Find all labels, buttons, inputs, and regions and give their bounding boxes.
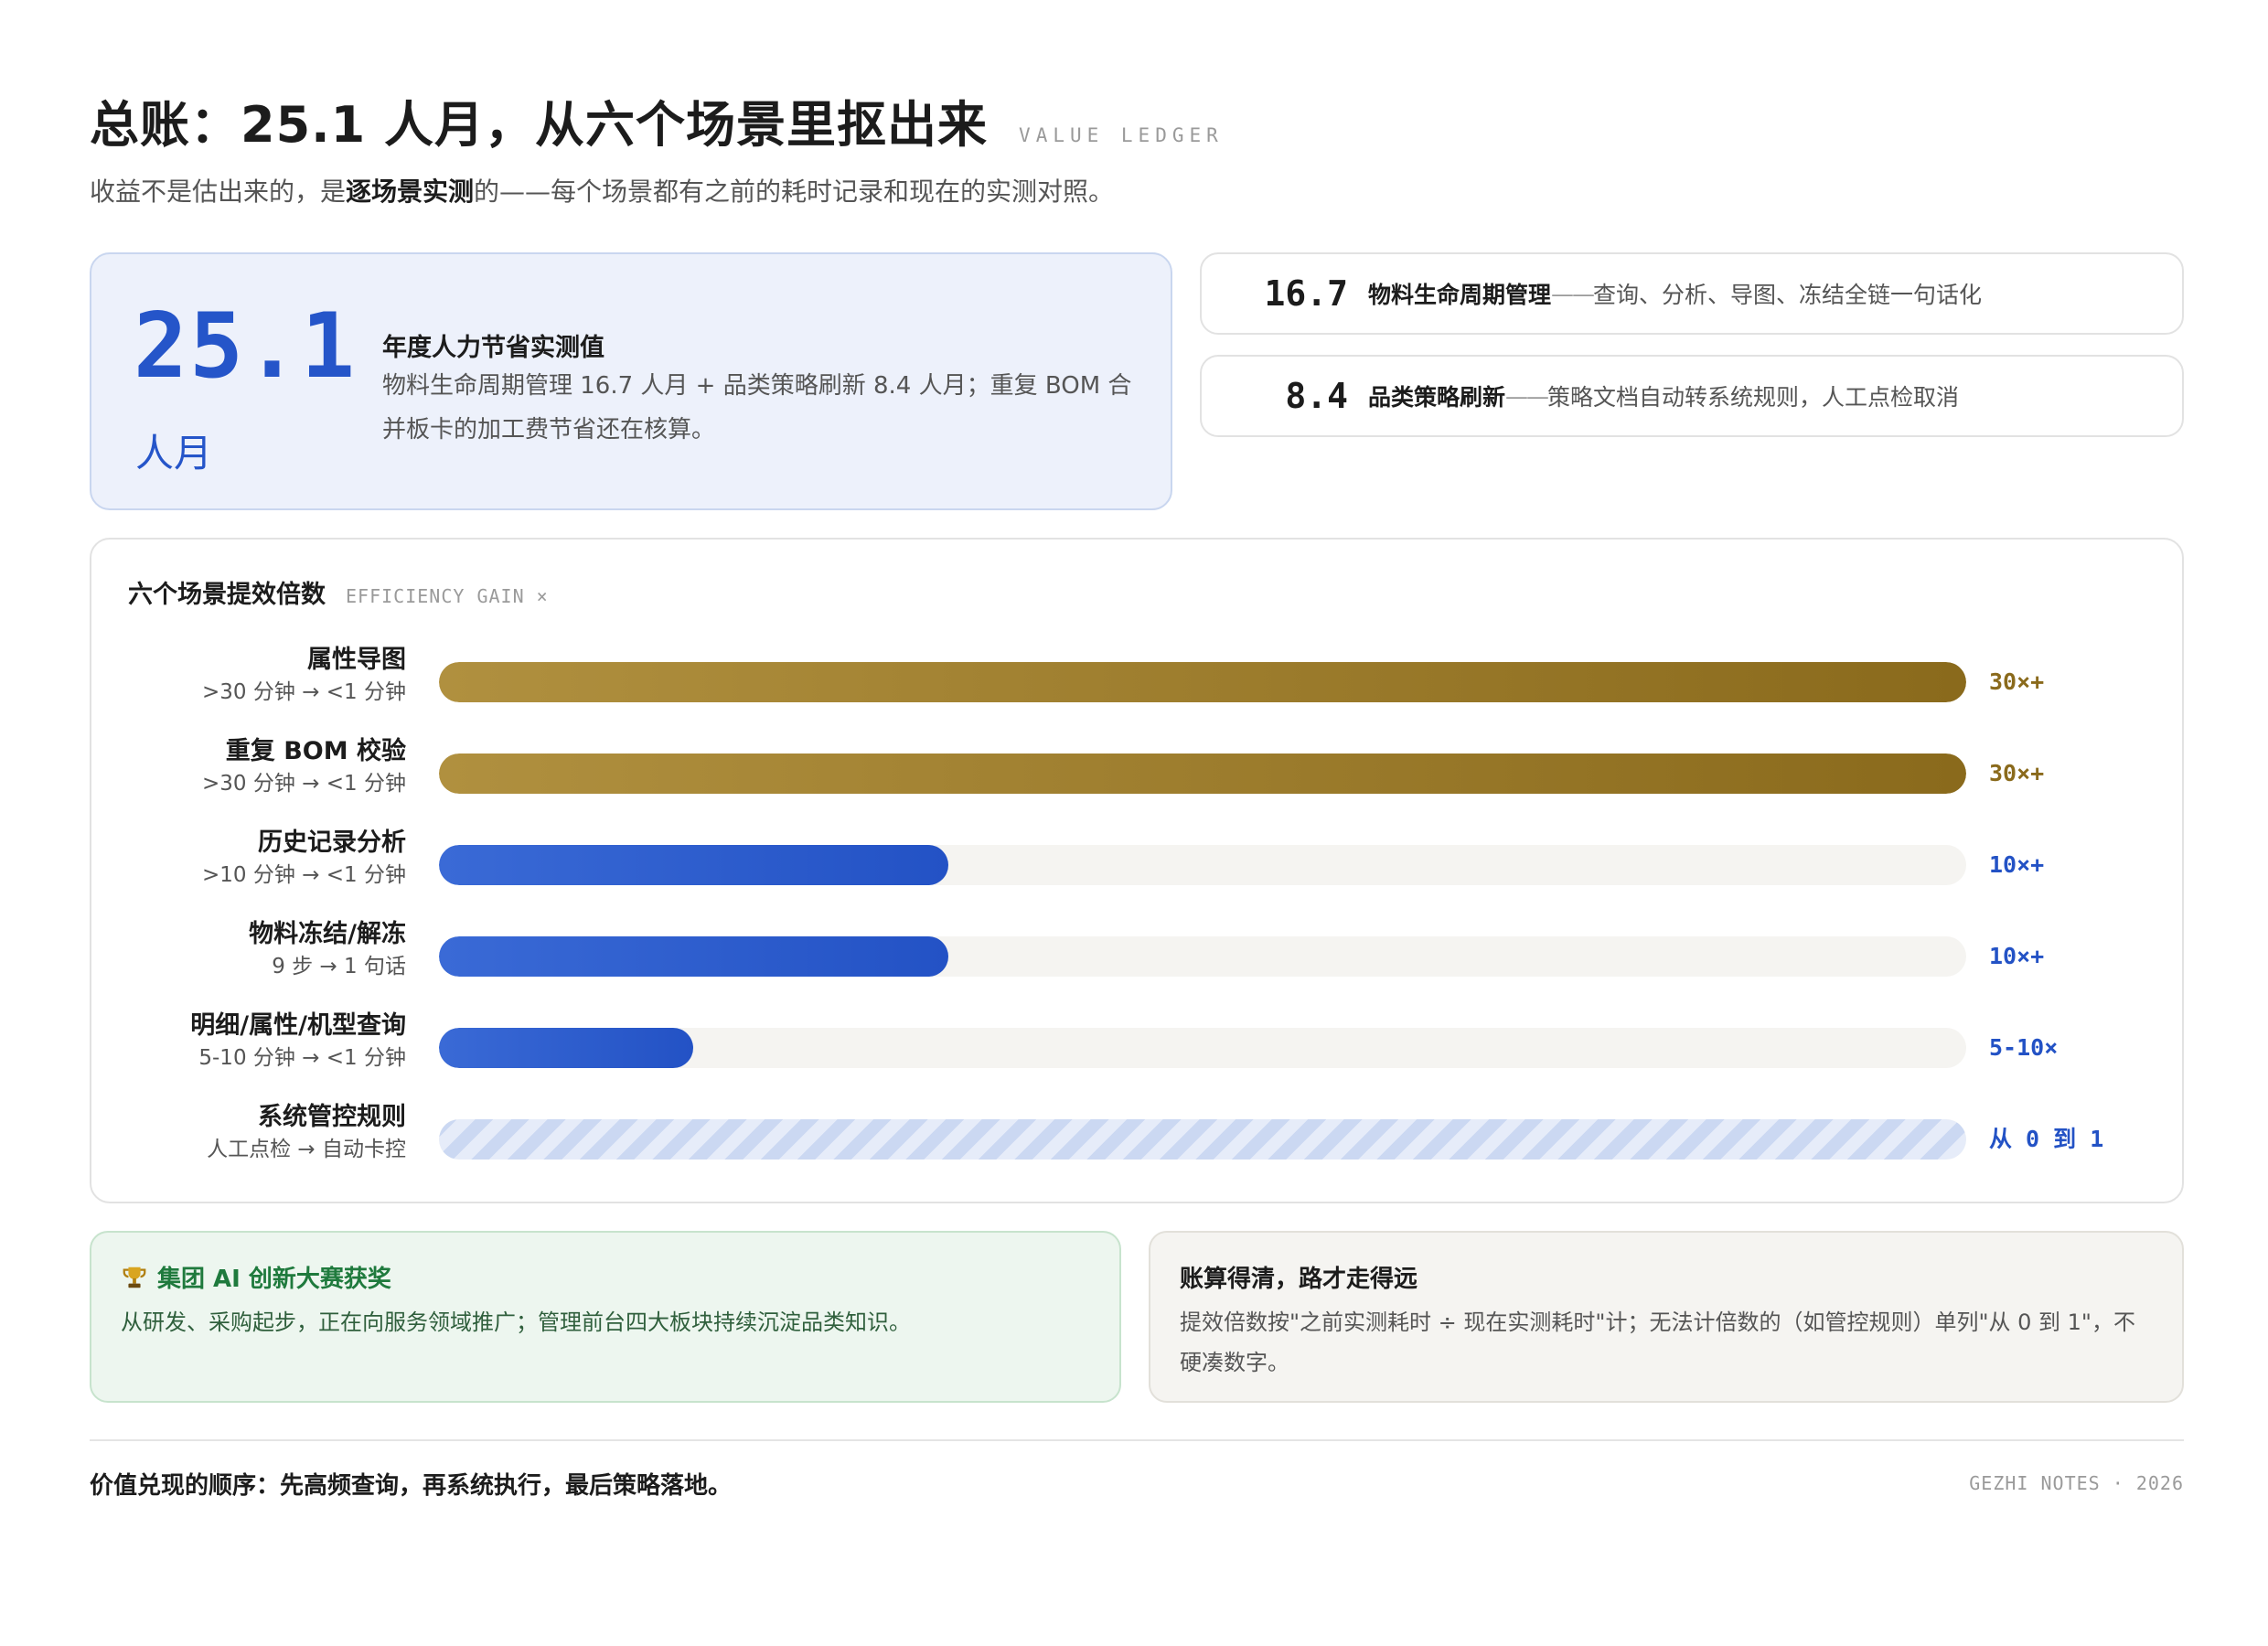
award-title-text: 集团 AI 创新大赛获奖 (157, 1266, 391, 1293)
row-label: 明细/属性/机型查询 5-10 分钟 → <1 分钟 (190, 1010, 406, 1074)
footer-note: 价值兑现的顺序：先高频查询，再系统执行，最后策略落地。 (90, 1472, 733, 1500)
bar-track (439, 1119, 1966, 1160)
row-label: 系统管控规则人工点检 → 自动卡控 (207, 1101, 406, 1165)
category-label: 明细/属性/机型查询 (190, 1011, 406, 1040)
footer-divider (90, 1439, 2184, 1441)
bar-track (439, 1028, 1966, 1068)
stat-value: 8.4 (1285, 376, 1348, 416)
stat-desc: 查询、分析、导图、冻结全链一句话化 (1593, 282, 1983, 308)
row-label: 物料冻结/解冻 9 步 → 1 句话 (249, 918, 406, 982)
category-label: 历史记录分析 (258, 828, 406, 857)
stat-dash: —— (1505, 382, 1549, 410)
efficiency-chart: 六个场景提效倍数 EFFICIENCY GAIN × 属性导图 >30 分钟 → … (90, 538, 2184, 1203)
row-label: 历史记录分析 >10 分钟 → <1 分钟 (202, 827, 406, 891)
method-title: 账算得清，路才走得远 (1180, 1266, 1418, 1293)
chart-row: 属性导图 >30 分钟 → <1 分钟 30×+ (91, 640, 2182, 722)
stat-desc: 策略文档自动转系统规则，人工点检取消 (1547, 384, 1960, 411)
value-label: 从 0 到 1 (1989, 1126, 2104, 1152)
stat-name: 物料生命周期管理 (1368, 282, 1552, 308)
bar (439, 936, 948, 977)
category-subtitle: >30 分钟 → <1 分钟 (202, 772, 406, 796)
category-label: 属性导图 (307, 646, 406, 674)
method-note: 账算得清，路才走得远 提效倍数按"之前实测耗时 ÷ 现在实测耗时"计；无法计倍数… (1149, 1231, 2184, 1403)
chart-row: 系统管控规则人工点检 → 自动卡控 从 0 到 1 (91, 1097, 2182, 1180)
page-subtitle: 收益不是估出来的，是逐场景实测的——每个场景都有之前的耗时记录和现在的实测对照。 (90, 172, 1114, 208)
chart-row: 历史记录分析 >10 分钟 → <1 分钟 10×+ (91, 823, 2182, 905)
value-label: 30×+ (1989, 760, 2045, 786)
subtitle-post: 的——每个场景都有之前的耗时记录和现在的实测对照。 (474, 176, 1115, 207)
subtitle-pre: 收益不是估出来的，是 (90, 176, 347, 207)
title-tag: VALUE LEDGER (1019, 124, 1224, 146)
bar-track (439, 936, 1966, 977)
stat-dash: —— (1551, 280, 1595, 307)
stat-card-lifecycle: 16.7 物料生命周期管理 —— 查询、分析、导图、冻结全链一句话化 (1200, 252, 2184, 335)
summary-desc: 物料生命周期管理 16.7 人月 + 品类策略刷新 8.4 人月；重复 BOM … (382, 372, 1132, 444)
trophy-icon (123, 1267, 146, 1288)
chart-row: 物料冻结/解冻 9 步 → 1 句话 10×+ (91, 914, 2182, 997)
summary-value: 25.1 (134, 294, 358, 399)
award-title: 集团 AI 创新大赛获奖 (121, 1260, 391, 1294)
bar-track (439, 662, 1966, 702)
category-label: 重复 BOM 校验 (225, 737, 406, 765)
bar (439, 1028, 694, 1068)
category-subtitle: 人工点检 → 自动卡控 (207, 1138, 406, 1161)
chart-row: 重复 BOM 校验 >30 分钟 → <1 分钟 30×+ (91, 732, 2182, 814)
bar-track (439, 754, 1966, 794)
bar-track (439, 845, 1966, 885)
bar (439, 754, 1966, 794)
bar (439, 845, 948, 885)
title-row: 总账：25.1 人月，从六个场景里抠出来 VALUE LEDGER (90, 84, 2193, 157)
footer-credit: GEZHI NOTES · 2026 (1969, 1472, 2184, 1494)
method-body: 提效倍数按"之前实测耗时 ÷ 现在实测耗时"计；无法计倍数的（如管控规则）单列"… (1180, 1309, 2135, 1375)
award-note: 集团 AI 创新大赛获奖 从研发、采购起步，正在向服务领域推广；管理前台四大板块… (90, 1231, 1121, 1403)
stat-value: 16.7 (1264, 273, 1348, 314)
row-label: 属性导图 >30 分钟 → <1 分钟 (202, 644, 406, 708)
chart-row: 明细/属性/机型查询 5-10 分钟 → <1 分钟 5-10× (91, 1006, 2182, 1088)
value-label: 10×+ (1989, 943, 2045, 969)
category-subtitle: >30 分钟 → <1 分钟 (202, 680, 406, 704)
page-title: 总账：25.1 人月，从六个场景里抠出来 (90, 96, 989, 154)
category-subtitle: 9 步 → 1 句话 (272, 955, 406, 978)
summary-card: 25.1 人月 年度人力节省实测值 物料生命周期管理 16.7 人月 + 品类策… (90, 252, 1172, 510)
chart-rows: 属性导图 >30 分钟 → <1 分钟 30×+ 重复 BOM 校验 >30 分钟 → … (91, 540, 2182, 1202)
category-subtitle: >10 分钟 → <1 分钟 (202, 863, 406, 887)
category-subtitle: 5-10 分钟 → <1 分钟 (198, 1046, 406, 1070)
category-label: 物料冻结/解冻 (249, 920, 406, 948)
summary-unit: 人月 (135, 431, 213, 476)
row-label: 重复 BOM 校验 >30 分钟 → <1 分钟 (202, 735, 406, 799)
stat-card-strategy: 8.4 品类策略刷新 —— 策略文档自动转系统规则，人工点检取消 (1200, 355, 2184, 437)
value-label: 10×+ (1989, 851, 2045, 878)
category-label: 系统管控规则 (258, 1103, 406, 1131)
subtitle-bold: 逐场景实测 (346, 176, 475, 207)
summary-label: 年度人力节省实测值 (382, 334, 604, 362)
value-label: 30×+ (1989, 668, 2045, 695)
stat-name: 品类策略刷新 (1368, 384, 1506, 411)
bar (439, 1119, 1966, 1160)
bar (439, 662, 1966, 702)
award-body: 从研发、采购起步，正在向服务领域推广；管理前台四大板块持续沉淀品类知识。 (121, 1309, 911, 1335)
value-label: 5-10× (1989, 1034, 2059, 1061)
